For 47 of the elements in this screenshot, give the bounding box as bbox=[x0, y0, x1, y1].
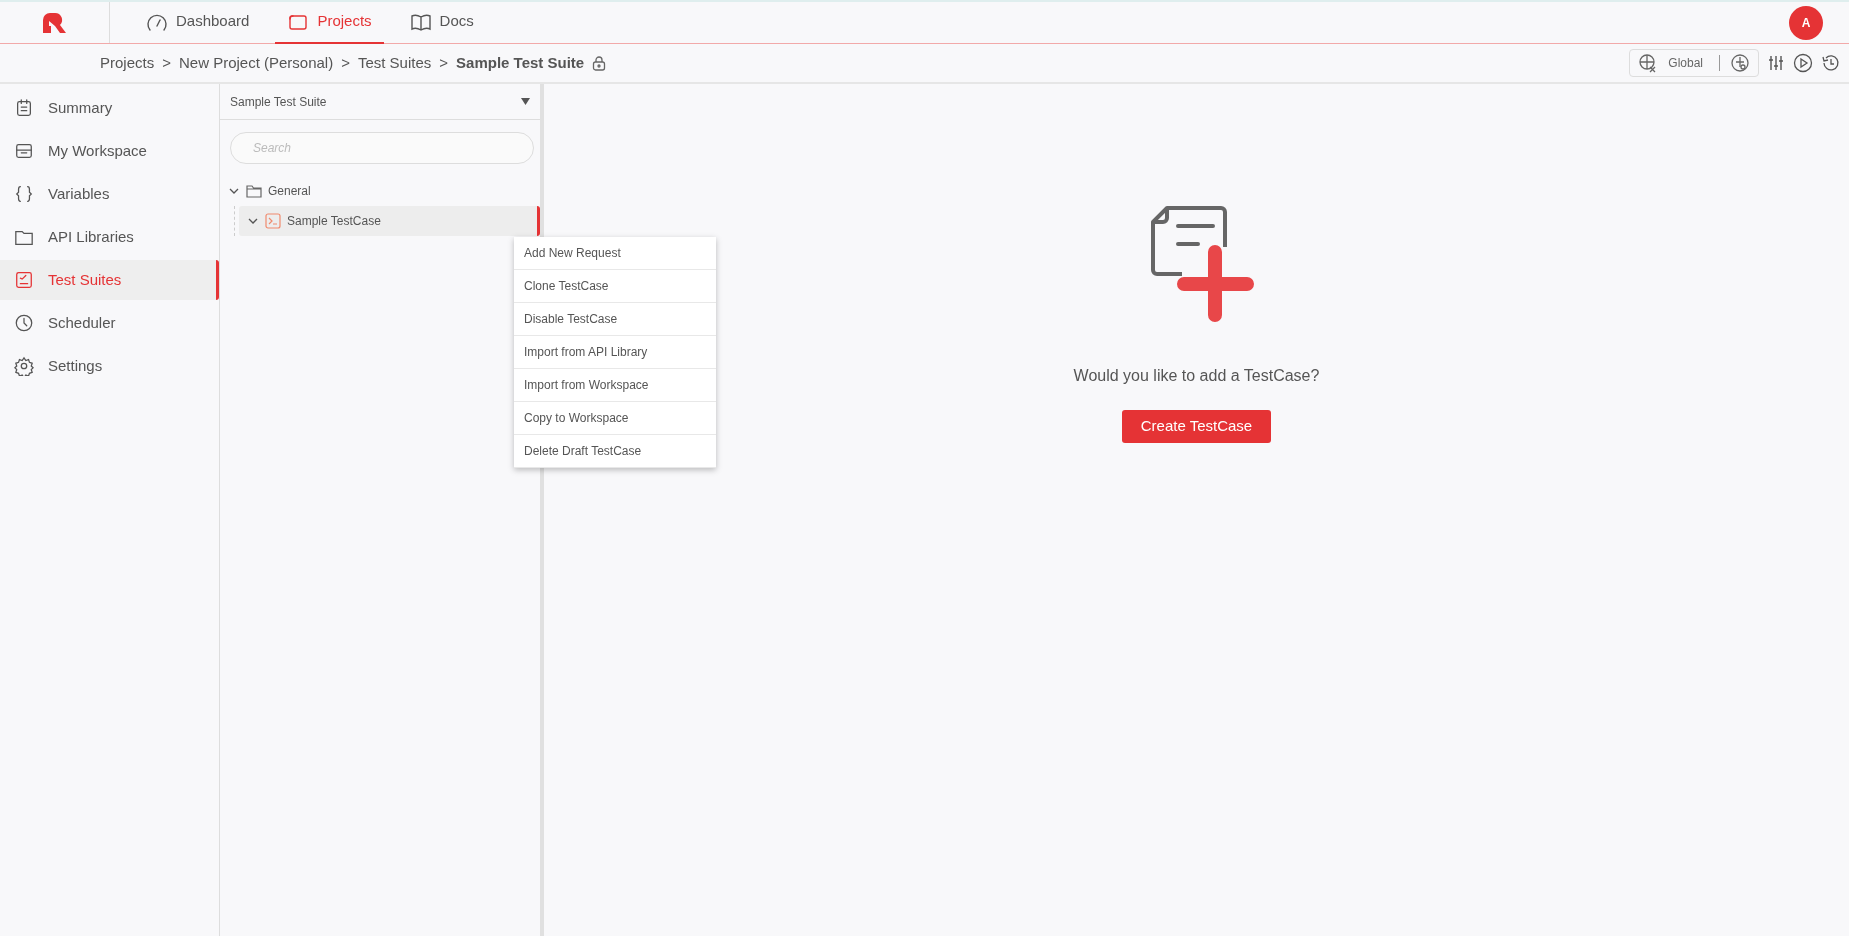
menu-item[interactable]: Clone TestCase bbox=[514, 270, 716, 303]
play-icon[interactable] bbox=[1793, 53, 1813, 73]
terminal-icon bbox=[265, 213, 281, 229]
breadcrumb-link[interactable]: Test Suites bbox=[357, 51, 432, 75]
tray-icon bbox=[14, 141, 34, 161]
menu-item[interactable]: Add New Request bbox=[514, 237, 716, 270]
sidebar-item[interactable]: API Libraries bbox=[0, 217, 219, 257]
empty-state-message: Would you like to add a TestCase? bbox=[1073, 366, 1320, 386]
braces-icon bbox=[14, 184, 34, 204]
sidebar-item[interactable]: Scheduler bbox=[0, 303, 219, 343]
menu-item[interactable]: Copy to Workspace bbox=[514, 402, 716, 435]
checklist-icon bbox=[14, 270, 34, 290]
history-icon[interactable] bbox=[1821, 53, 1841, 73]
breadcrumb-link[interactable]: New Project (Personal) bbox=[178, 51, 334, 75]
user-avatar[interactable]: A bbox=[1789, 5, 1823, 40]
nav-tab[interactable]: Projects bbox=[275, 1, 384, 44]
sidebar-item[interactable]: Variables bbox=[0, 174, 219, 214]
logo-icon bbox=[40, 10, 69, 35]
folder-icon bbox=[246, 184, 262, 198]
breadcrumb-separator: > bbox=[439, 52, 449, 73]
search-field[interactable]: Search bbox=[230, 132, 534, 164]
notepad-icon bbox=[14, 98, 34, 118]
environment-selector[interactable]: Global bbox=[1629, 49, 1759, 77]
nav-tab[interactable]: Dashboard bbox=[134, 1, 262, 44]
sidebar-item[interactable]: Test Suites bbox=[0, 260, 219, 300]
create-testcase-button[interactable]: Create TestCase bbox=[1121, 410, 1272, 443]
menu-item[interactable]: Disable TestCase bbox=[514, 303, 716, 336]
globe-settings-icon[interactable] bbox=[1730, 53, 1750, 73]
sidebar-item[interactable]: Summary bbox=[0, 88, 219, 128]
sidebar-item[interactable]: Settings bbox=[0, 346, 219, 386]
menu-item[interactable]: Delete Draft TestCase bbox=[514, 435, 716, 468]
breadcrumb-separator: > bbox=[341, 52, 350, 73]
tree-item[interactable]: Sample TestCase bbox=[239, 206, 540, 236]
caret-icon bbox=[521, 98, 530, 105]
settings-icon bbox=[14, 356, 34, 376]
menu-item[interactable]: Import from Workspace bbox=[514, 369, 716, 402]
clock-icon bbox=[14, 313, 34, 333]
sidebar-item[interactable]: My Workspace bbox=[0, 131, 219, 171]
breadcrumb-current: Sample Test Suite bbox=[456, 52, 585, 73]
menu-item[interactable]: Import from API Library bbox=[514, 336, 716, 369]
nav-tab[interactable]: Docs bbox=[397, 1, 486, 44]
sliders-icon[interactable] bbox=[1767, 54, 1785, 72]
breadcrumb-link[interactable]: Projects bbox=[100, 51, 155, 75]
environment-name: Global bbox=[1668, 55, 1703, 72]
suite-dropdown[interactable]: Sample Test Suite bbox=[220, 84, 540, 120]
breadcrumb-separator: > bbox=[162, 52, 171, 73]
tree-item[interactable]: General bbox=[220, 176, 540, 206]
